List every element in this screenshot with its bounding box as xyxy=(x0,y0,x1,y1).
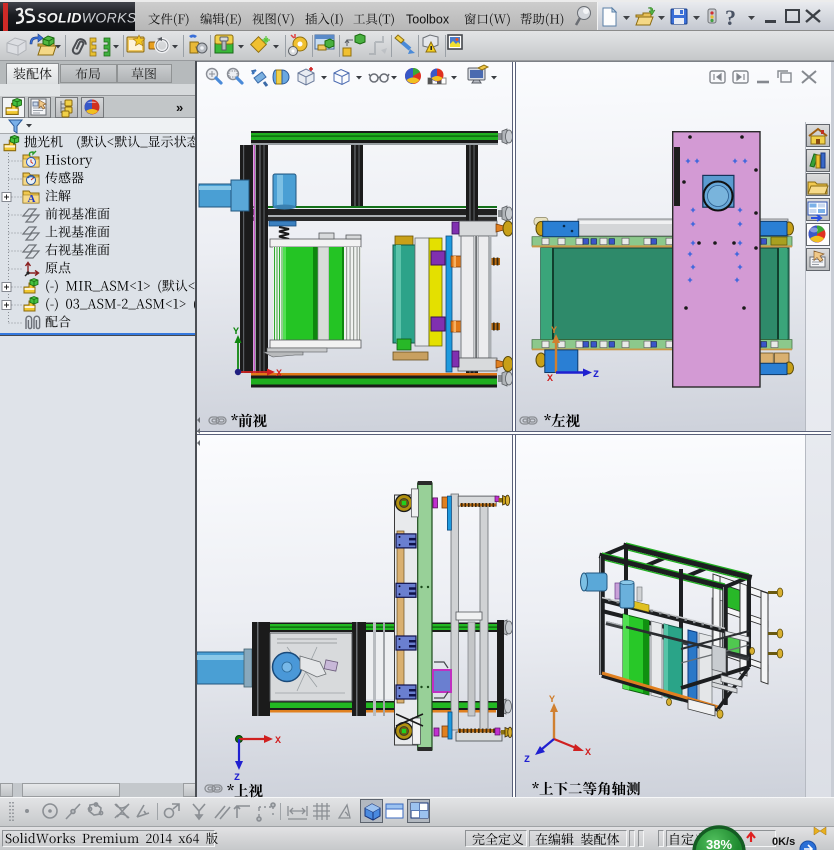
svg-text:A: A xyxy=(28,193,36,205)
svg-text:38%: 38% xyxy=(706,837,732,850)
svg-text:SOLIDWORKS: SOLIDWORKS xyxy=(37,10,137,26)
svg-text:?: ? xyxy=(725,5,736,30)
svg-text:0K/s: 0K/s xyxy=(772,836,795,848)
svg-text:Toolbox: Toolbox xyxy=(406,13,450,27)
svg-text:»: » xyxy=(176,100,183,115)
